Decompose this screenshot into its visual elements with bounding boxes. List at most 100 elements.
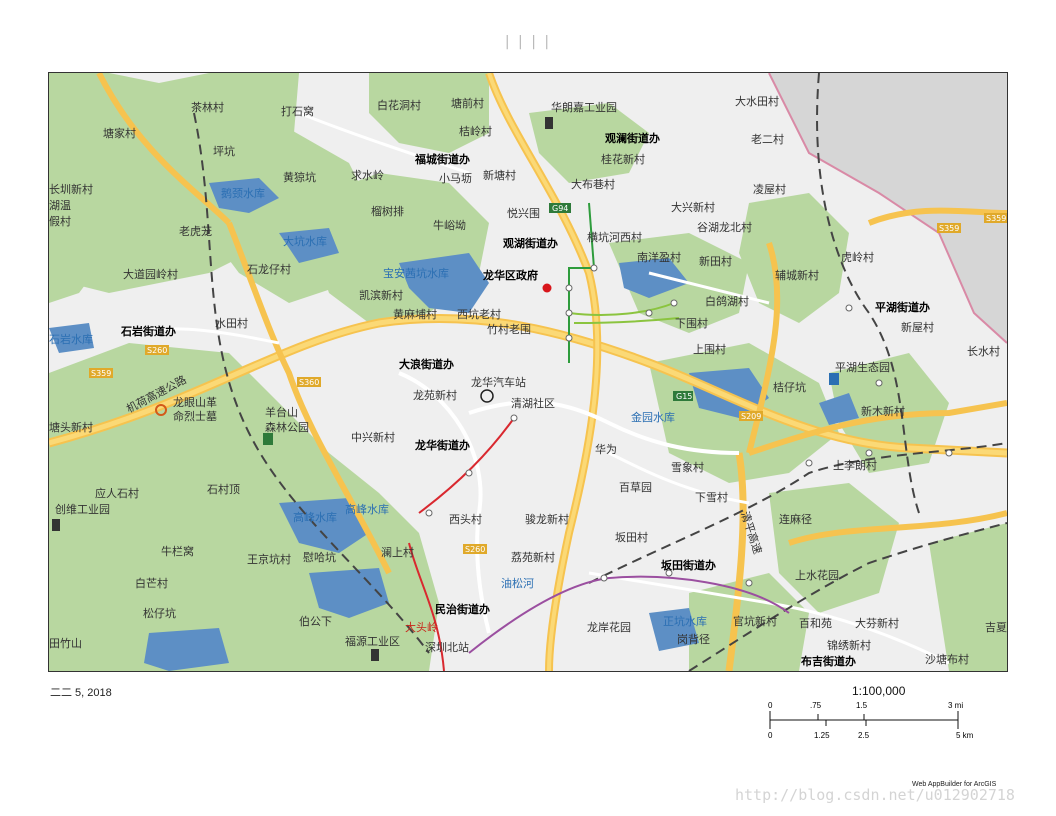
place-label: 桂花新村 (601, 152, 645, 166)
place-label: 澜上村 (381, 545, 414, 559)
place-label: 南洋盈村 (637, 250, 681, 264)
place-label: 白鸽湖村 (705, 294, 749, 308)
place-label: 老二村 (751, 132, 784, 146)
place-label: 横坑河西村 (587, 230, 642, 244)
place-label: 凯滨新村 (359, 288, 403, 302)
place-label: 清湖社区 (511, 396, 555, 410)
svg-text:高峰水库: 高峰水库 (293, 510, 337, 524)
place-label: 西坑老村 (457, 307, 501, 321)
place-label: 谷湖龙北村 (697, 220, 752, 234)
place-label: 百草园 (619, 481, 652, 494)
scale-mi-label: .75 (810, 701, 822, 710)
svg-text:金园水库: 金园水库 (631, 410, 675, 424)
place-label: 大布巷村 (571, 177, 615, 191)
place-label: 伯公下 (299, 614, 332, 628)
place-label: 坪坑 (213, 144, 235, 158)
place-label: 西头村 (449, 512, 482, 526)
building-icon (545, 117, 553, 129)
place-label: 荔苑新村 (511, 550, 555, 564)
svg-text:龙眼山革: 龙眼山革 (173, 395, 217, 409)
place-label: 岗背径 (677, 632, 710, 646)
place-label: 长水村 (967, 344, 1000, 358)
place-label: 骏龙新村 (525, 512, 569, 526)
place-label: 观澜街道办 (605, 131, 660, 145)
place-label: 小马坜 (439, 171, 472, 185)
svg-text:正坑水库: 正坑水库 (663, 614, 707, 628)
place-label: 牛栏窝 (161, 544, 194, 558)
place-label: 深圳北站 (425, 640, 469, 654)
map-canvas[interactable]: S359 S359 G94 S260 S359 S360 G15 S209 S2… (49, 73, 1007, 671)
place-label: 上李朗村 (833, 458, 877, 472)
place-label: 沙塘布村 (925, 652, 969, 666)
watermark: http://blog.csdn.net/u012902718 (735, 786, 1015, 804)
svg-text:S260: S260 (465, 545, 485, 554)
place-label: 森林公园 (265, 420, 309, 434)
place-label: 塘头新村 (49, 420, 93, 434)
factory-icon (52, 519, 60, 531)
place-label: 大兴新村 (671, 200, 715, 214)
place-label: 羊台山 (265, 405, 298, 419)
place-label: 凌屋村 (753, 182, 786, 196)
place-label: 慰哈坑 (303, 550, 336, 564)
place-label: 新木新村 (861, 404, 905, 418)
place-label: 假村 (49, 214, 71, 228)
place-label: 茶林村 (191, 100, 224, 114)
place-label: 竹村老围 (487, 322, 531, 336)
svg-text:S209: S209 (741, 412, 761, 421)
place-label: 白芒村 (135, 576, 168, 590)
scale-mi-label: 0 (768, 701, 773, 710)
scale-ratio: 1:100,000 (852, 684, 906, 698)
place-label: 下围村 (675, 316, 708, 330)
place-label: 大道园岭村 (123, 267, 178, 281)
place-label: 平湖生态园 (835, 360, 890, 374)
svg-text:G94: G94 (552, 204, 568, 213)
place-label: 白花洞村 (377, 98, 421, 112)
place-label: 长圳新村 (49, 182, 93, 196)
place-label: 龙华街道办 (414, 438, 470, 452)
place-label: 龙华区政府 (482, 268, 538, 282)
place-label: 连麻径 (779, 512, 812, 526)
place-label: 田竹山 (49, 636, 82, 650)
place-label: 牛峪坳 (433, 218, 466, 232)
place-label: 上围村 (693, 342, 726, 356)
place-label: 百和苑 (799, 617, 832, 630)
place-label: 松仔坑 (143, 606, 176, 620)
scale-km-label: 2.5 (858, 731, 870, 740)
place-label: 布吉街道办 (801, 654, 856, 668)
place-label: 黄猄坑 (283, 170, 316, 184)
place-label: 大浪街道办 (399, 357, 454, 371)
svg-text:S359: S359 (986, 214, 1006, 223)
map-viewport[interactable]: S359 S359 G94 S260 S359 S360 G15 S209 S2… (48, 72, 1008, 672)
place-label: 新塘村 (483, 168, 516, 182)
svg-text:高峰水库: 高峰水库 (345, 502, 389, 516)
place-label: 石龙仔村 (247, 262, 291, 276)
svg-text:宝安茜坑水库: 宝安茜坑水库 (383, 266, 449, 280)
place-label: 辅城新村 (775, 268, 819, 282)
place-label: 坂田街道办 (661, 558, 716, 572)
place-label: 民治街道办 (435, 602, 490, 616)
svg-text:命烈士墓: 命烈士墓 (173, 409, 217, 423)
scale-km-label: 0 (768, 731, 773, 740)
svg-text:S260: S260 (147, 346, 167, 355)
place-label: 打石窝 (281, 104, 314, 118)
district-government-marker[interactable] (542, 283, 552, 293)
place-label: 石村顶 (207, 482, 240, 496)
place-label: 应人石村 (95, 486, 139, 500)
place-label: 新田村 (699, 254, 732, 268)
scale-bar: 0 .75 1.5 3 mi 0 1.25 2.5 5 km (768, 701, 974, 740)
place-label: 坂田村 (615, 530, 648, 544)
place-label: 华朗嘉工业园 (551, 100, 617, 114)
place-label: 桔岭村 (459, 124, 492, 138)
svg-text:鹅颈水库: 鹅颈水库 (221, 186, 265, 200)
svg-text:S359: S359 (939, 224, 959, 233)
forest-park-icon (263, 433, 273, 445)
place-label: 黄麻埔村 (393, 307, 437, 321)
place-label: 创维工业园 (55, 503, 110, 516)
place-label: 大水田村 (735, 94, 779, 108)
place-label: 求水岭 (351, 168, 384, 182)
place-label: 塘前村 (451, 96, 484, 110)
place-label: 王京坑村 (247, 552, 291, 566)
place-label: 悦兴围 (507, 206, 540, 220)
factory-icon (371, 649, 379, 661)
place-label: 福源工业区 (345, 634, 400, 648)
